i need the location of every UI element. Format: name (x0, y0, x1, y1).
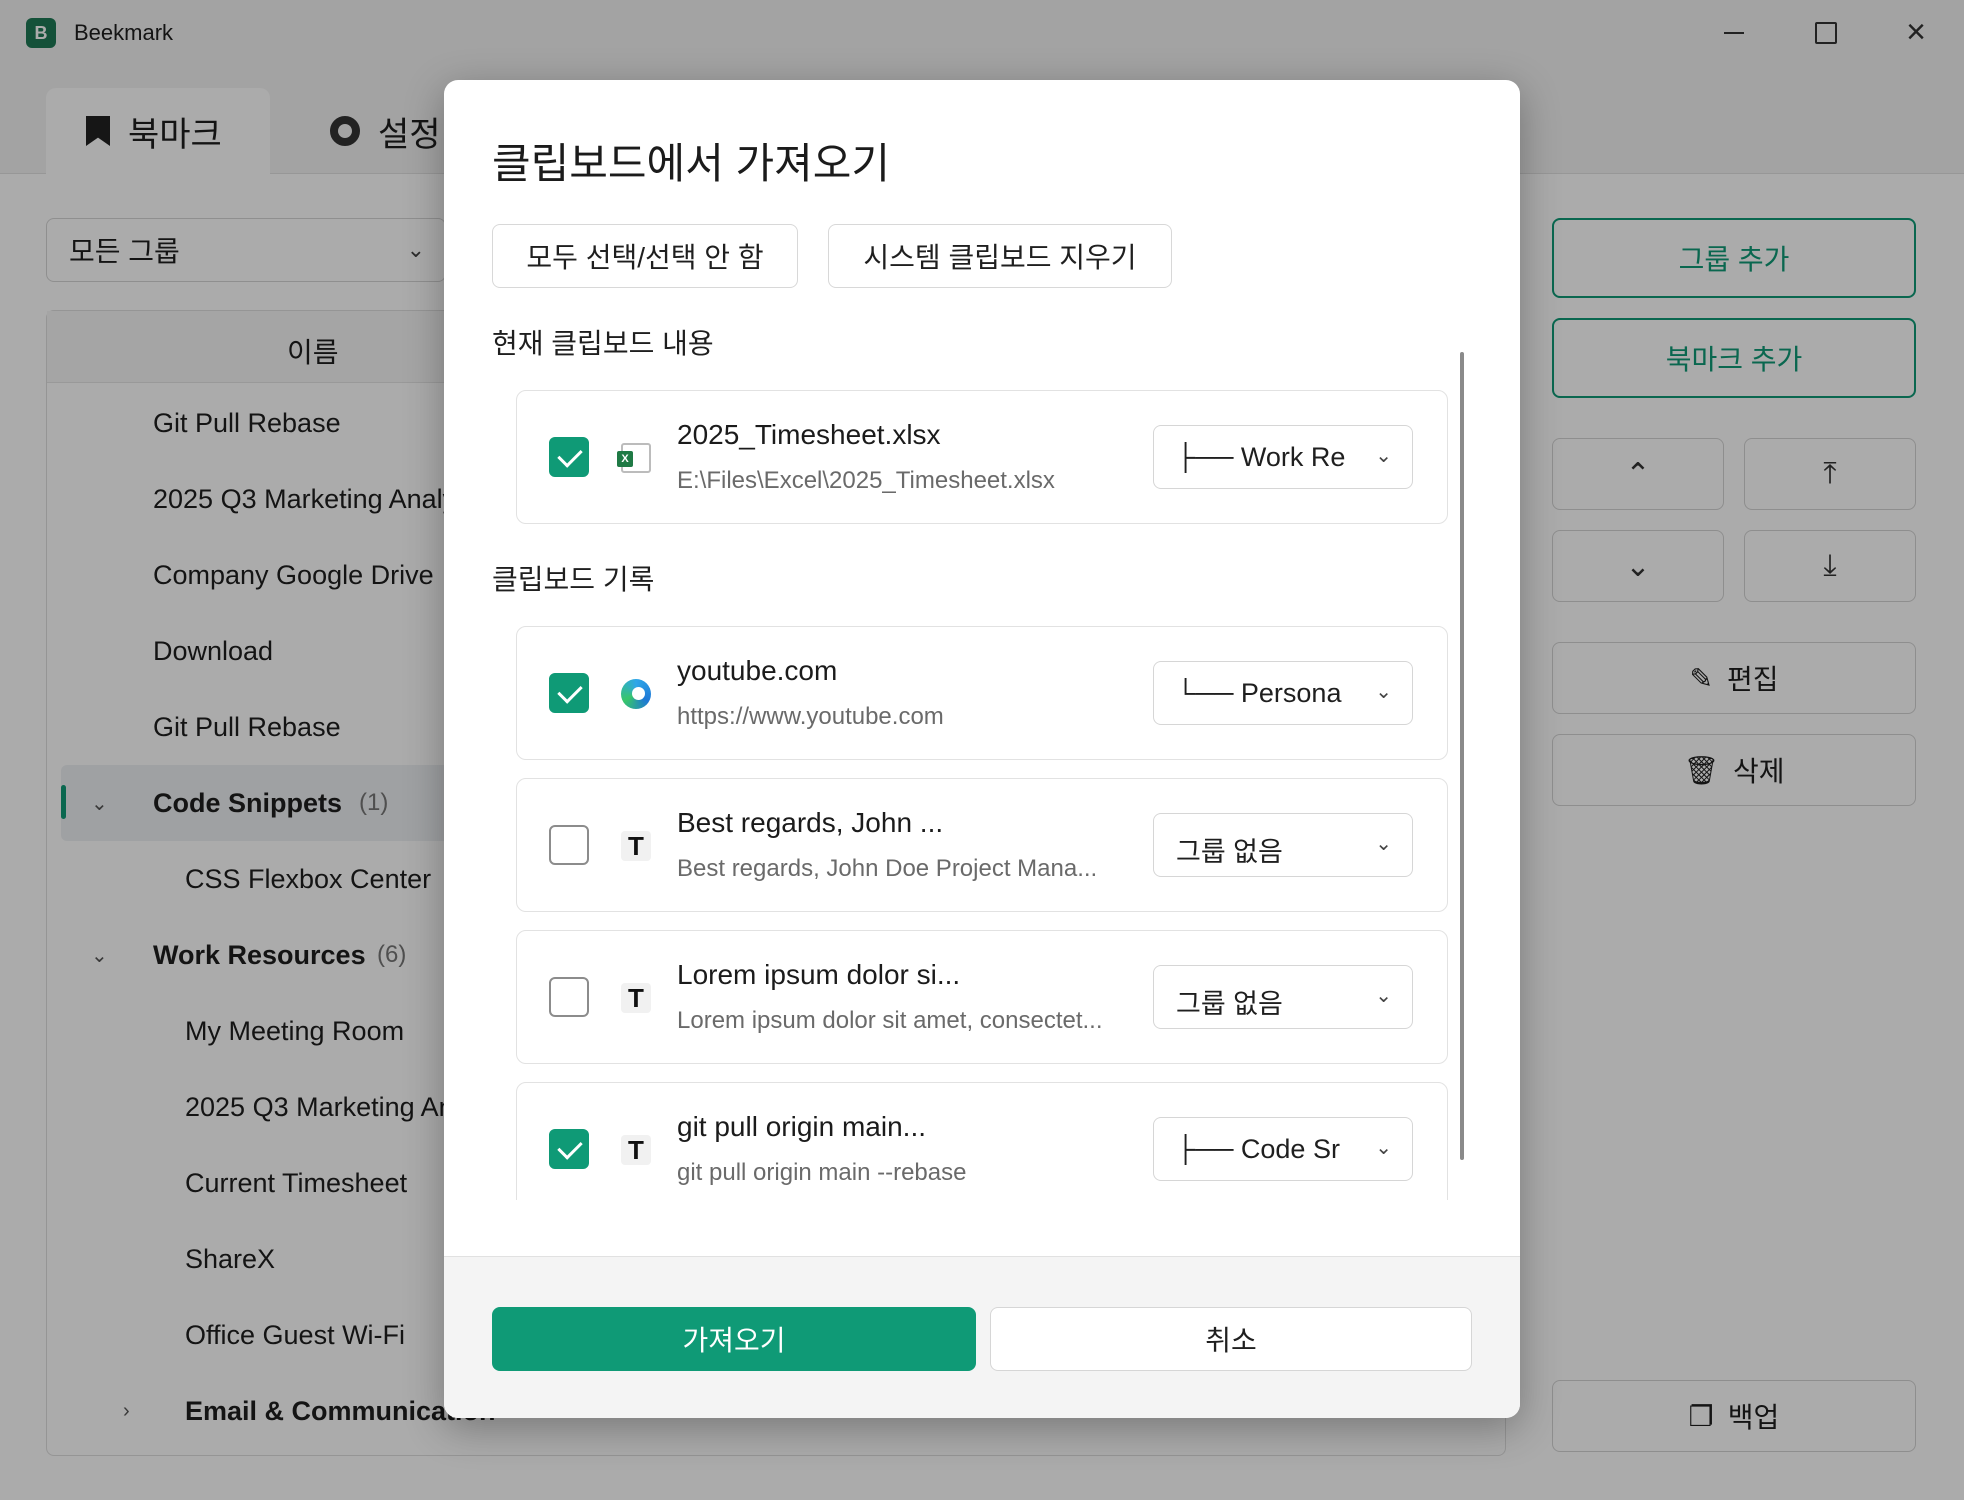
item-title: Lorem ipsum dolor si... (677, 959, 961, 990)
item-subtitle: Best regards, John Doe Project Mana... (677, 855, 1098, 882)
dialog-title: 클립보드에서 가져오기 (492, 140, 891, 187)
item-group-value: └── Persona (1176, 678, 1342, 708)
item-group-select[interactable]: └── Persona ⌄ (1153, 661, 1413, 725)
cancel-button[interactable]: 취소 (990, 1307, 1472, 1371)
item-group-value: 그룹 없음 (1176, 837, 1283, 867)
item-checkbox[interactable] (549, 977, 589, 1017)
item-checkbox[interactable] (549, 1129, 589, 1169)
item-group-value: ├── Work Re (1176, 442, 1346, 472)
chevron-down-icon: ⌄ (1375, 1137, 1392, 1159)
chevron-down-icon: ⌄ (1375, 833, 1392, 855)
item-subtitle: Lorem ipsum dolor sit amet, consectet... (677, 1007, 1103, 1034)
dialog-content: 클립보드에서 가져오기 모두 선택/선택 안 함 시스템 클립보드 지우기 현재… (444, 80, 1520, 1200)
item-checkbox[interactable] (549, 673, 589, 713)
item-subtitle: https://www.youtube.com (677, 703, 944, 730)
excel-file-icon (617, 443, 651, 473)
item-subtitle: git pull origin main --rebase (677, 1159, 967, 1186)
item-group-value: ├── Code Sr (1176, 1134, 1340, 1164)
import-button[interactable]: 가져오기 (492, 1307, 976, 1371)
dialog-scrollbar[interactable] (1460, 352, 1464, 1160)
select-all-button[interactable]: 모두 선택/선택 안 함 (492, 224, 798, 288)
clear-clipboard-button[interactable]: 시스템 클립보드 지우기 (828, 224, 1172, 288)
item-group-select[interactable]: 그룹 없음 ⌄ (1153, 813, 1413, 877)
item-checkbox[interactable] (549, 437, 589, 477)
clipboard-history-item: T Best regards, John ... Best regards, J… (516, 778, 1448, 912)
chevron-down-icon: ⌄ (1375, 681, 1392, 703)
item-group-select[interactable]: 그룹 없음 ⌄ (1153, 965, 1413, 1029)
text-icon: T (621, 1135, 651, 1165)
clipboard-history-item: T git pull origin main... git pull origi… (516, 1082, 1448, 1200)
item-group-select[interactable]: ├── Work Re ⌄ (1153, 425, 1413, 489)
item-group-select[interactable]: ├── Code Sr ⌄ (1153, 1117, 1413, 1181)
text-icon: T (621, 831, 651, 861)
item-title: youtube.com (677, 655, 838, 686)
item-group-value: 그룹 없음 (1176, 989, 1283, 1019)
item-title: Best regards, John ... (677, 807, 944, 838)
item-title: 2025_Timesheet.xlsx (677, 419, 941, 450)
chevron-down-icon: ⌄ (1375, 445, 1392, 467)
text-icon: T (621, 983, 651, 1013)
item-checkbox[interactable] (549, 825, 589, 865)
clipboard-history-label: 클립보드 기록 (492, 564, 655, 595)
chevron-down-icon: ⌄ (1375, 985, 1392, 1007)
item-subtitle: E:\Files\Excel\2025_Timesheet.xlsx (677, 467, 1055, 494)
clipboard-import-dialog: 클립보드에서 가져오기 모두 선택/선택 안 함 시스템 클립보드 지우기 현재… (444, 80, 1520, 1418)
item-title: git pull origin main... (677, 1111, 927, 1142)
edge-browser-icon (621, 679, 651, 709)
current-clipboard-label: 현재 클립보드 내용 (492, 328, 714, 359)
dialog-footer: 가져오기 취소 (444, 1256, 1520, 1418)
clipboard-item: 2025_Timesheet.xlsx E:\Files\Excel\2025_… (516, 390, 1448, 524)
clipboard-history-item: youtube.com https://www.youtube.com └── … (516, 626, 1448, 760)
clipboard-history-item: T Lorem ipsum dolor si... Lorem ipsum do… (516, 930, 1448, 1064)
